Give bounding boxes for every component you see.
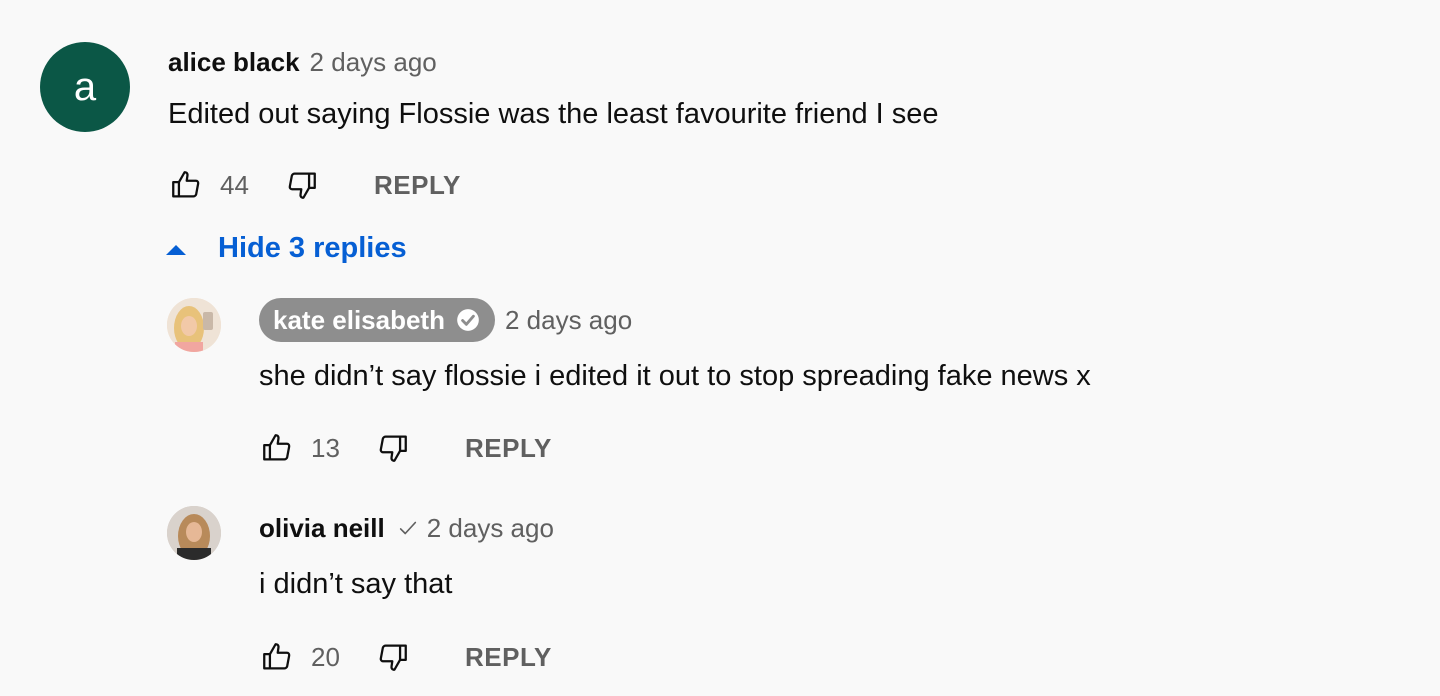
avatar[interactable] (167, 298, 221, 352)
like-count: 13 (311, 432, 340, 463)
avatar-letter: a (73, 65, 97, 109)
thumbs-down-icon (379, 644, 407, 671)
comment-actions: 44 REPLY (168, 167, 461, 203)
reply: kate elisabeth 2 days ago she didn’t say… (0, 290, 1440, 480)
like-button[interactable] (259, 639, 295, 675)
like-count: 20 (311, 641, 340, 672)
hide-replies-label: Hide 3 replies (218, 232, 407, 264)
reply-button[interactable]: REPLY (465, 642, 552, 673)
thumbs-up-icon (263, 434, 291, 461)
thumbs-down-icon (288, 172, 316, 199)
triangle-up-icon (166, 244, 186, 255)
verified-icon (457, 309, 479, 331)
comment-header: alice black 2 days ago (168, 44, 437, 80)
avatar[interactable] (167, 506, 221, 560)
creator-author-chip[interactable]: kate elisabeth (259, 298, 495, 342)
reply: olivia neill 2 days ago i didn’t say tha… (0, 500, 1440, 690)
comment-time[interactable]: 2 days ago (505, 305, 632, 336)
like-button[interactable] (259, 430, 295, 466)
author-name: kate elisabeth (273, 304, 445, 335)
thumbs-down-icon (379, 435, 407, 462)
avatar-photo (167, 506, 221, 560)
avatar-photo (167, 298, 221, 352)
thumbs-up-icon (263, 643, 291, 670)
like-count: 44 (220, 169, 249, 200)
author-name[interactable]: olivia neill (259, 513, 385, 544)
avatar[interactable]: a (40, 42, 130, 132)
reply-text: she didn’t say flossie i edited it out t… (259, 360, 1091, 392)
comment-time[interactable]: 2 days ago (310, 47, 437, 78)
author-name[interactable]: alice black (168, 47, 300, 78)
check-icon (399, 521, 416, 535)
comment-text: Edited out saying Flossie was the least … (168, 98, 939, 130)
thumbs-up-icon (172, 171, 200, 198)
reply-header: olivia neill 2 days ago (259, 510, 554, 546)
dislike-button[interactable] (375, 639, 411, 675)
comment-time[interactable]: 2 days ago (427, 513, 554, 544)
reply-header: kate elisabeth 2 days ago (259, 298, 632, 342)
reply-button[interactable]: REPLY (465, 433, 552, 464)
comment-thread: a alice black 2 days ago Edited out sayi… (0, 0, 1440, 230)
reply-text: i didn’t say that (259, 568, 453, 600)
dislike-button[interactable] (284, 167, 320, 203)
reply-actions: 13 REPLY (259, 430, 552, 466)
reply-actions: 20 REPLY (259, 639, 552, 675)
like-button[interactable] (168, 167, 204, 203)
hide-replies-button[interactable]: Hide 3 replies (164, 232, 407, 265)
dislike-button[interactable] (375, 430, 411, 466)
reply-button[interactable]: REPLY (374, 170, 461, 201)
